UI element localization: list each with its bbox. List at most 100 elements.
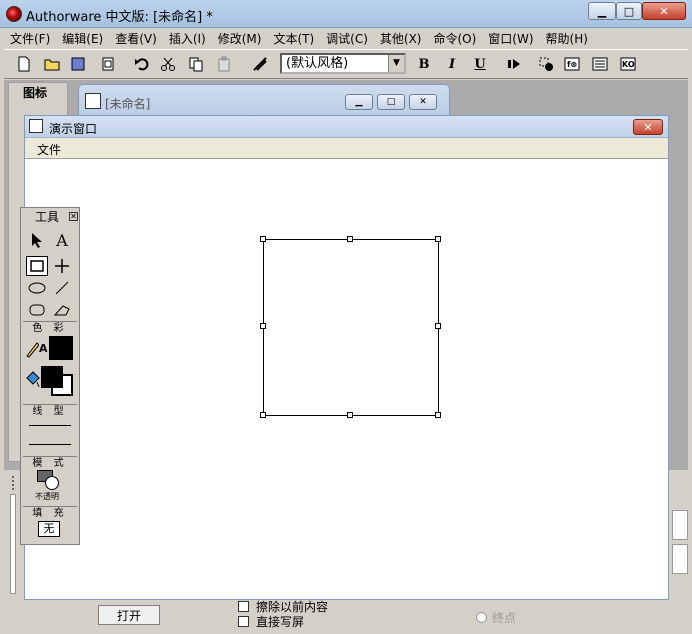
new-file-button[interactable]	[14, 54, 34, 74]
close-button[interactable]: ✕	[642, 2, 686, 20]
presentation-menu-file[interactable]: 文件	[37, 141, 61, 158]
resize-handle[interactable]	[347, 412, 353, 418]
resize-handle[interactable]	[347, 236, 353, 242]
menu-debug[interactable]: 调试(C)	[320, 30, 374, 47]
minimize-button[interactable]: ▁	[588, 2, 616, 20]
variables-button[interactable]	[590, 54, 610, 74]
open-file-button[interactable]	[42, 54, 62, 74]
menu-text[interactable]: 文本(T)	[267, 30, 320, 47]
font-style-value: (默认风格)	[286, 56, 349, 71]
knowledge-objects-icon: KO	[620, 57, 636, 71]
functions-icon: f⊗	[564, 57, 580, 71]
control-panel-button[interactable]	[536, 54, 556, 74]
menu-insert[interactable]: 插入(I)	[163, 30, 212, 47]
preview-pane	[10, 494, 16, 594]
ellipse-tool[interactable]	[26, 278, 48, 298]
polygon-tool[interactable]	[51, 300, 73, 320]
paint-bucket-icon	[23, 370, 41, 390]
rectangle-tool[interactable]	[26, 256, 48, 276]
paste-button[interactable]	[214, 54, 234, 74]
rounded-rect-tool[interactable]	[26, 300, 48, 320]
restart-button[interactable]	[504, 54, 524, 74]
app-title: Authorware 中文版: [未命名] *	[26, 10, 213, 25]
menu-help[interactable]: 帮助(H)	[540, 30, 594, 47]
menu-other[interactable]: 其他(X)	[374, 30, 428, 47]
tools-close-icon[interactable]: ✕	[69, 212, 78, 221]
copy-button[interactable]	[186, 54, 206, 74]
resize-handle[interactable]	[435, 412, 441, 418]
chevron-down-icon[interactable]: ▼	[388, 55, 404, 72]
pointer-tool[interactable]	[26, 230, 48, 250]
knowledge-objects-button[interactable]: KO	[618, 54, 638, 74]
side-field[interactable]	[672, 544, 688, 574]
fill-color-swatch[interactable]	[41, 366, 63, 388]
rectangle-icon	[30, 260, 44, 272]
presentation-window-icon	[29, 119, 43, 133]
arrow-pointer-icon	[32, 233, 42, 248]
menu-window[interactable]: 窗口(W)	[482, 30, 539, 47]
diagonal-line-icon	[55, 281, 69, 295]
text-tool[interactable]: A	[51, 230, 73, 250]
cut-button[interactable]	[158, 54, 178, 74]
find-button[interactable]	[250, 54, 270, 74]
presentation-window: 演示窗口 ✕ 文件	[24, 115, 669, 600]
underline-button[interactable]: U	[470, 54, 490, 74]
svg-text:KO: KO	[622, 60, 635, 69]
presentation-close-button[interactable]: ✕	[633, 119, 663, 135]
save-all-icon	[71, 57, 85, 71]
flowchart-close-button[interactable]: ✕	[409, 94, 437, 110]
maximize-icon: □	[386, 97, 396, 107]
side-field[interactable]	[672, 510, 688, 540]
direct-checkbox[interactable]	[238, 616, 249, 627]
foreground-color-swatch[interactable]	[49, 336, 73, 360]
ellipse-icon	[28, 282, 46, 294]
resize-handle[interactable]	[260, 412, 266, 418]
pencil-icon	[25, 340, 40, 358]
functions-button[interactable]: f⊗	[562, 54, 582, 74]
close-icon: ✕	[659, 4, 669, 18]
undo-button[interactable]	[132, 54, 152, 74]
flowchart-window-title: [未命名]	[105, 97, 151, 111]
menu-edit[interactable]: 编辑(E)	[56, 30, 109, 47]
menu-view[interactable]: 查看(V)	[109, 30, 163, 47]
font-style-select[interactable]: (默认风格) ▼	[280, 53, 406, 74]
line-style-thin[interactable]	[29, 425, 71, 426]
resize-handle[interactable]	[260, 323, 266, 329]
control-panel-icon	[539, 57, 553, 71]
line-tool[interactable]	[51, 278, 73, 298]
undo-icon	[135, 58, 149, 71]
open-button[interactable]: 打开	[98, 605, 160, 625]
direct-label: 直接写屏	[256, 615, 305, 629]
close-icon: ✕	[643, 120, 653, 134]
resize-handle[interactable]	[435, 236, 441, 242]
italic-button[interactable]: I	[442, 54, 462, 74]
maximize-button[interactable]: □	[616, 2, 642, 20]
tools-palette: 工具 ✕ A 色 彩 A 线 型 模 式 不透明 填 充 无	[20, 207, 80, 545]
import-button[interactable]	[98, 54, 118, 74]
endpoint-radio[interactable]	[476, 612, 487, 623]
menu-command[interactable]: 命令(O)	[427, 30, 482, 47]
flowchart-maximize-button[interactable]: □	[377, 94, 405, 110]
resize-handle[interactable]	[260, 236, 266, 242]
drawn-rectangle[interactable]	[263, 239, 439, 416]
line-style-default[interactable]	[29, 444, 71, 445]
menu-modify[interactable]: 修改(M)	[212, 30, 268, 47]
svg-text:f⊗: f⊗	[567, 60, 577, 69]
flowchart-minimize-button[interactable]: ▁	[345, 94, 373, 110]
fill-pattern-button[interactable]: 无	[38, 521, 60, 537]
grip-handle[interactable]	[12, 476, 20, 490]
watermark: Baidu 经验	[530, 574, 642, 598]
menu-bar: 文件(F) 编辑(E) 查看(V) 插入(I) 修改(M) 文本(T) 调试(C…	[4, 28, 688, 49]
bold-button[interactable]: B	[414, 54, 434, 74]
erase-checkbox[interactable]	[238, 601, 249, 612]
play-icon	[508, 59, 520, 69]
icon-palette-title: 图标	[9, 83, 67, 103]
resize-handle[interactable]	[435, 323, 441, 329]
fill-section-label: 填 充	[23, 506, 77, 519]
presentation-menubar: 文件	[25, 138, 668, 159]
crosshair-tool[interactable]	[51, 256, 73, 276]
import-icon	[102, 57, 114, 71]
menu-file[interactable]: 文件(F)	[4, 30, 56, 47]
save-all-button[interactable]	[68, 54, 88, 74]
minimize-icon: ▁	[597, 4, 607, 18]
